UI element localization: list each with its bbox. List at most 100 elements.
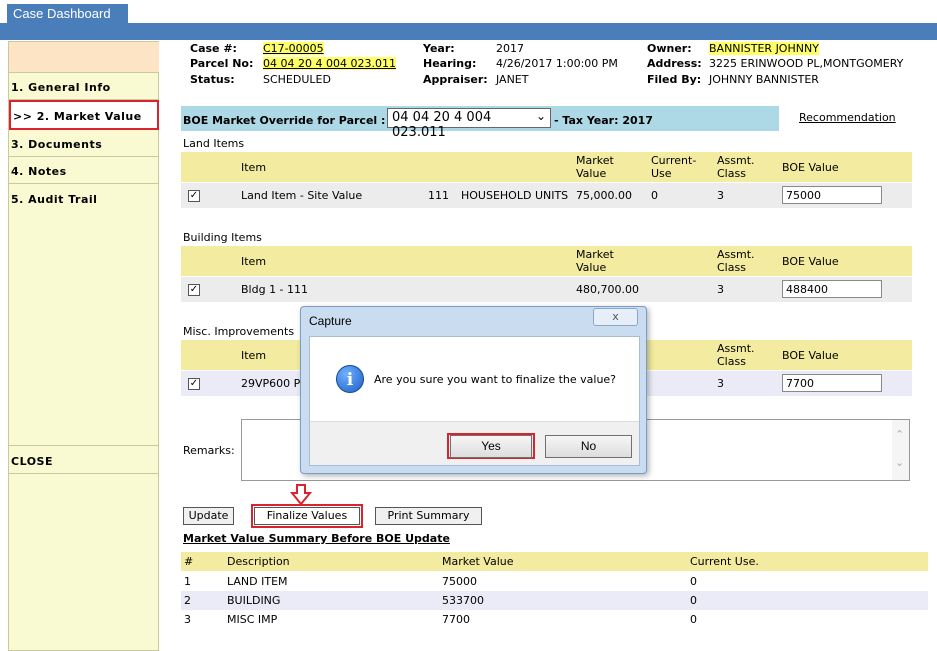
land-row-units: HOUSEHOLD UNITS xyxy=(461,189,569,202)
summary-header-market: Market Value xyxy=(442,555,514,568)
recommendation-cell: Recommendation xyxy=(779,106,912,131)
land-header-item: Item xyxy=(241,161,267,174)
misc-header-boe: BOE Value xyxy=(782,349,839,362)
misc-row-checkbox[interactable]: ✓ xyxy=(188,378,200,390)
misc-row-class: 3 xyxy=(717,377,724,390)
misc-header-class: Assmt. Class xyxy=(717,342,755,368)
sidebar-item-documents[interactable]: 3. Documents xyxy=(9,130,159,157)
address-value: 3225 ERINWOOD PL,MONTGOMERY xyxy=(709,57,904,70)
land-row-class: 3 xyxy=(717,189,724,202)
summary-cell-current: 0 xyxy=(690,613,697,626)
land-header-market: Market Value xyxy=(576,154,614,180)
misc-row-item: 29VP600 P xyxy=(241,377,301,390)
summary-cell-current: 0 xyxy=(690,594,697,607)
chevron-down-icon: ⌄ xyxy=(535,109,546,123)
close-icon: x xyxy=(612,310,619,323)
table-row: 1 LAND ITEM 75000 0 xyxy=(181,572,928,591)
sidebar: 1. General Info >> 2. Market Value 3. Do… xyxy=(8,41,159,651)
building-row-item: Bldg 1 - 111 xyxy=(241,283,309,296)
summary-cell-market: 7700 xyxy=(442,613,470,626)
sidebar-item-notes[interactable]: 4. Notes xyxy=(9,157,159,184)
misc-items-title: Misc. Improvements xyxy=(183,325,295,338)
case-number-label: Case #: xyxy=(190,42,237,55)
building-header-item: Item xyxy=(241,255,267,268)
building-header-class: Assmt. Class xyxy=(717,248,755,274)
year-value: 2017 xyxy=(496,42,524,55)
override-label: BOE Market Override for Parcel : xyxy=(183,114,386,127)
table-row: 3 MISC IMP 7700 0 xyxy=(181,610,928,629)
update-button[interactable]: Update xyxy=(183,507,234,525)
summary-cell-desc: BUILDING xyxy=(227,594,281,607)
summary-cell-num: 2 xyxy=(184,594,191,607)
building-row-market: 480,700.00 xyxy=(576,283,639,296)
sidebar-item-general-info[interactable]: 1. General Info xyxy=(9,73,159,100)
parcel-select-value: 04 04 20 4 004 023.011 xyxy=(392,110,492,140)
arrow-down-icon xyxy=(290,484,312,506)
sidebar-item-audit-trail[interactable]: 5. Audit Trail xyxy=(9,185,159,212)
land-row-code: 111 xyxy=(428,189,449,202)
tax-year-label: - Tax Year: 2017 xyxy=(554,114,653,127)
land-boe-input[interactable]: 75000 xyxy=(782,186,882,204)
no-button[interactable]: No xyxy=(545,435,632,458)
year-label: Year: xyxy=(423,42,455,55)
sidebar-item-market-value[interactable]: >> 2. Market Value xyxy=(9,100,159,130)
building-row: ✓ Bldg 1 - 111 480,700.00 3 488400 xyxy=(181,277,912,302)
owner-label: Owner: xyxy=(647,42,692,55)
land-row-market: 75,000.00 xyxy=(576,189,632,202)
summary-cell-market: 75000 xyxy=(442,575,477,588)
summary-cell-desc: MISC IMP xyxy=(227,613,278,626)
appraiser-label: Appraiser: xyxy=(423,73,488,86)
summary-cell-num: 3 xyxy=(184,613,191,626)
remarks-scrollbar[interactable]: ⌃ ⌄ xyxy=(892,420,909,480)
scroll-down-icon[interactable]: ⌄ xyxy=(895,456,904,469)
building-items-title: Building Items xyxy=(183,231,262,244)
print-summary-button[interactable]: Print Summary xyxy=(375,507,482,525)
land-row-current: 0 xyxy=(651,189,658,202)
top-bar: Case Dashboard xyxy=(0,0,937,40)
parcel-link[interactable]: 04 04 20 4 004 023.011 xyxy=(263,57,396,70)
building-row-class: 3 xyxy=(717,283,724,296)
land-row: ✓ Land Item - Site Value 111 HOUSEHOLD U… xyxy=(181,183,912,208)
recommendation-link[interactable]: Recommendation xyxy=(799,111,896,124)
title-strip xyxy=(0,23,937,40)
table-row: 2 BUILDING 533700 0 xyxy=(181,591,928,610)
remarks-label: Remarks: xyxy=(183,444,235,457)
scroll-up-icon[interactable]: ⌃ xyxy=(895,428,904,441)
summary-cell-market: 533700 xyxy=(442,594,484,607)
dialog-close-button[interactable]: x xyxy=(593,308,638,326)
summary-cell-num: 1 xyxy=(184,575,191,588)
summary-header-current: Current Use. xyxy=(690,555,759,568)
status-label: Status: xyxy=(190,73,235,86)
override-bar: BOE Market Override for Parcel : 04 04 2… xyxy=(181,106,912,140)
case-dashboard-tab[interactable]: Case Dashboard xyxy=(7,4,128,24)
building-row-checkbox[interactable]: ✓ xyxy=(188,284,200,296)
land-row-item: Land Item - Site Value xyxy=(241,189,363,202)
parcel-label: Parcel No: xyxy=(190,57,254,70)
building-header-market: Market Value xyxy=(576,248,614,274)
building-boe-input[interactable]: 488400 xyxy=(782,280,882,298)
land-header-boe: BOE Value xyxy=(782,161,839,174)
summary-header-desc: Description xyxy=(227,555,290,568)
owner-value: BANNISTER JOHNNY xyxy=(709,42,819,55)
summary-title: Market Value Summary Before BOE Update xyxy=(183,532,450,545)
address-label: Address: xyxy=(647,57,702,70)
dialog-title: Capture xyxy=(309,314,352,328)
building-header-row: Item Market Value Assmt. Class BOE Value xyxy=(181,246,912,276)
summary-header-row: # Description Market Value Current Use. xyxy=(181,552,928,571)
summary-cell-desc: LAND ITEM xyxy=(227,575,288,588)
info-icon: i xyxy=(336,365,364,393)
land-header-current: Current-Use xyxy=(651,154,697,180)
status-value: SCHEDULED xyxy=(263,73,331,86)
parcel-select[interactable]: 04 04 20 4 004 023.011 ⌄ xyxy=(387,108,551,140)
summary-cell-current: 0 xyxy=(690,575,697,588)
misc-boe-input[interactable]: 7700 xyxy=(782,374,882,392)
finalize-values-button[interactable]: Finalize Values xyxy=(254,507,360,525)
sidebar-close[interactable]: CLOSE xyxy=(9,445,159,474)
dialog-footer: Yes No xyxy=(310,421,639,465)
land-row-checkbox[interactable]: ✓ xyxy=(188,190,200,202)
land-header-class: Assmt. Class xyxy=(717,154,755,180)
yes-button[interactable]: Yes xyxy=(450,435,532,458)
case-number-link[interactable]: C17-00005 xyxy=(263,42,324,55)
hearing-value: 4/26/2017 1:00:00 PM xyxy=(496,57,618,70)
filed-by-label: Filed By: xyxy=(647,73,702,86)
